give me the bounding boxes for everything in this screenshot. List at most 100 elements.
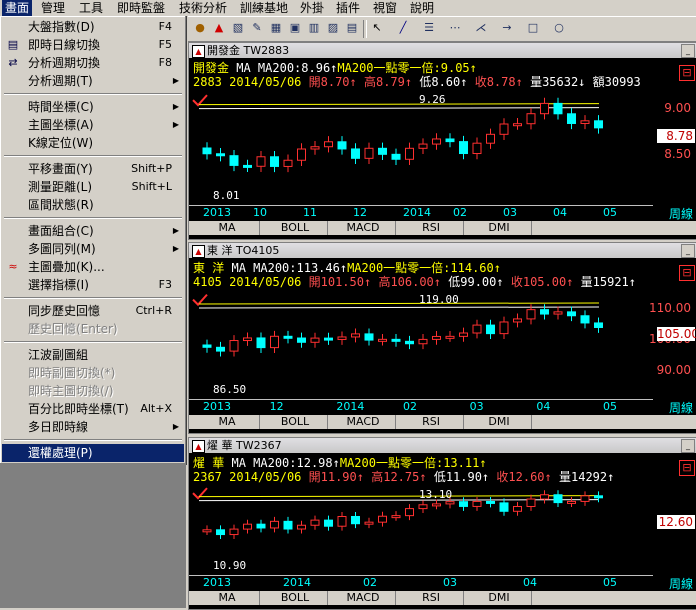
menu-item-label: 多日即時線 [28, 420, 89, 434]
menu-item-0[interactable]: 大盤指數(D) F4 [2, 18, 184, 36]
menu-plugin[interactable]: 外掛 [297, 0, 327, 16]
menu-bar: 畫面 管理 工具 即時監盤 技術分析 訓練基地 外掛 插件 視窗 說明 [0, 0, 696, 16]
menu-screen[interactable]: 畫面 [2, 0, 33, 16]
window-titlebar[interactable]: ▲ 燿 華 TW2367 _ [189, 438, 696, 453]
window-titlebar[interactable]: ▲ 開發金 TW2883 _ [189, 43, 696, 58]
candle [540, 102, 549, 115]
line-icon[interactable]: ╱ [395, 20, 411, 36]
candle [256, 523, 266, 529]
menu-item-6[interactable]: 主圖坐標(A) ▶ [2, 116, 184, 134]
indicator-tab-ma[interactable]: MA [195, 221, 260, 235]
period-label[interactable]: 周線 [669, 205, 693, 222]
menu-item-15[interactable]: ≈ 主圖疊加(K)... [2, 258, 184, 276]
fan-icon[interactable]: ⋌ [473, 20, 489, 36]
grid-icon[interactable]: ▦ [268, 20, 284, 36]
info-vol: 量14292↑ [559, 470, 615, 484]
menu-separator [4, 155, 182, 157]
indicator-tab-rsi[interactable]: RSI [399, 221, 464, 235]
cursor-icon[interactable]: ↖ [369, 20, 385, 36]
pane-marker-icon[interactable]: ⊟ [679, 460, 695, 476]
chart-window-2367[interactable]: ▲ 燿 華 TW2367 _ 燿 華 MA MA200:12.98↑MA200一點零一… [188, 437, 696, 610]
indicator-tab-ma[interactable]: MA [195, 415, 260, 429]
menu-item-shortcut: F8 [158, 56, 172, 69]
indicator-tab-macd[interactable]: MACD [331, 415, 396, 429]
menu-window[interactable]: 視窗 [370, 0, 400, 16]
indicator-tab-dmi[interactable]: DMI [467, 221, 532, 235]
low-price-label: 10.90 [213, 559, 247, 572]
ma200-1.01-line [198, 107, 600, 110]
chart-icon[interactable]: ▤ [344, 20, 360, 36]
menu-item-10[interactable]: 測量距離(L) Shift+L [2, 178, 184, 196]
ruler-icon[interactable]: ▧ [230, 20, 246, 36]
indicator-tab-rsi[interactable]: RSI [399, 415, 464, 429]
indicator-tab-dmi[interactable]: DMI [467, 591, 532, 605]
window-titlebar[interactable]: ▲ 東 洋 TO4105 _ [189, 243, 696, 258]
menu-addon[interactable]: 插件 [333, 0, 363, 16]
menu-item-9[interactable]: 平移畫面(Y) Shift+P [2, 160, 184, 178]
candle [472, 142, 482, 155]
menu-item-1[interactable]: ▤ 即時日線切換 F5 [2, 36, 184, 54]
menu-item-3[interactable]: 分析週期(T) ▶ [2, 72, 184, 90]
menu-help[interactable]: 說明 [407, 0, 437, 16]
menu-item-11[interactable]: 區間狀態(R) [2, 196, 184, 214]
info-close: 收8.78↑ [474, 75, 523, 89]
candle [472, 500, 482, 507]
menu-item-14[interactable]: 多圖同列(M) ▶ [2, 240, 184, 258]
high-price-label: 9.26 [419, 93, 446, 106]
menu-manage[interactable]: 管理 [38, 0, 68, 16]
period-label[interactable]: 周線 [669, 399, 693, 416]
menu-item-24[interactable]: 百分比即時坐標(T) Alt+X [2, 400, 184, 418]
menu-training[interactable]: 訓練基地 [237, 0, 291, 16]
pen-icon[interactable]: ✎ [249, 20, 265, 36]
ellipse-icon[interactable]: ○ [551, 20, 567, 36]
candle [432, 503, 441, 507]
candlestick-chart[interactable] [189, 291, 696, 399]
candle [256, 337, 266, 349]
candlestick-chart[interactable] [189, 91, 696, 205]
pane-marker-icon[interactable]: ⊟ [679, 65, 695, 81]
arrow-icon[interactable]: → [499, 20, 515, 36]
candle [364, 147, 374, 159]
period-label[interactable]: 周線 [669, 575, 693, 592]
fib-icon[interactable]: ☰ [421, 20, 437, 36]
bomb-icon[interactable]: ● [192, 20, 208, 36]
indicator-tab-macd[interactable]: MACD [331, 591, 396, 605]
menu-item-13[interactable]: 畫面組合(C) ▶ [2, 222, 184, 240]
menu-item-27[interactable]: 還權處理(P) [2, 444, 184, 462]
indicator-tab-dmi[interactable]: DMI [467, 415, 532, 429]
chart-window-2883[interactable]: ▲ 開發金 TW2883 _ 開發金 MA MA200:8.96↑MA200一點零一倍… [188, 42, 696, 240]
menu-item-2[interactable]: ⇄ 分析週期切換 F8 [2, 54, 184, 72]
indicator-tab-boll[interactable]: BOLL [263, 415, 328, 429]
menu-item-19: 歷史回憶(Enter) [2, 320, 184, 338]
window-control-icon[interactable]: _ [681, 439, 695, 453]
indicator-tab-ma[interactable]: MA [195, 591, 260, 605]
menu-tech-analysis[interactable]: 技術分析 [176, 0, 230, 16]
menu-item-18[interactable]: 同步歷史回憶 Ctrl+R [2, 302, 184, 320]
window-control-icon[interactable]: _ [681, 44, 695, 58]
candle [283, 159, 293, 167]
menu-item-21[interactable]: 江波副圖組 [2, 346, 184, 364]
info-low: 低11.90↑ [433, 470, 490, 484]
menu-item-25[interactable]: 多日即時線 ▶ [2, 418, 184, 436]
window-icon[interactable]: ▣ [287, 20, 303, 36]
x-axis-label: 2014 [283, 576, 311, 589]
chart-window-4105[interactable]: ▲ 東 洋 TO4105 _ 東 洋 MA MA200:113.46↑MA200一點零… [188, 242, 696, 434]
window-control-icon[interactable]: _ [681, 244, 695, 258]
menu-tools[interactable]: 工具 [76, 0, 106, 16]
alarm-icon[interactable]: ▲ [211, 20, 227, 36]
channel-icon[interactable]: ⋯ [447, 20, 463, 36]
pane-marker-icon[interactable]: ⊟ [679, 265, 695, 281]
menu-item-16[interactable]: 選擇指標(I) F3 [2, 276, 184, 294]
rect-icon[interactable]: □ [525, 20, 541, 36]
indicator-tab-macd[interactable]: MACD [331, 221, 396, 235]
indicator-tab-boll[interactable]: BOLL [263, 221, 328, 235]
menu-realtime[interactable]: 即時監盤 [114, 0, 168, 16]
indicator-tab-boll[interactable]: BOLL [263, 591, 328, 605]
x-axis-label: 2013 [203, 400, 231, 413]
calc-icon[interactable]: ▥ [306, 20, 322, 36]
image-icon[interactable]: ▨ [325, 20, 341, 36]
menu-item-7[interactable]: K線定位(W) [2, 134, 184, 152]
menu-item-5[interactable]: 時間坐標(C) ▶ [2, 98, 184, 116]
indicator-tab-rsi[interactable]: RSI [399, 591, 464, 605]
ma200-line [198, 302, 600, 305]
